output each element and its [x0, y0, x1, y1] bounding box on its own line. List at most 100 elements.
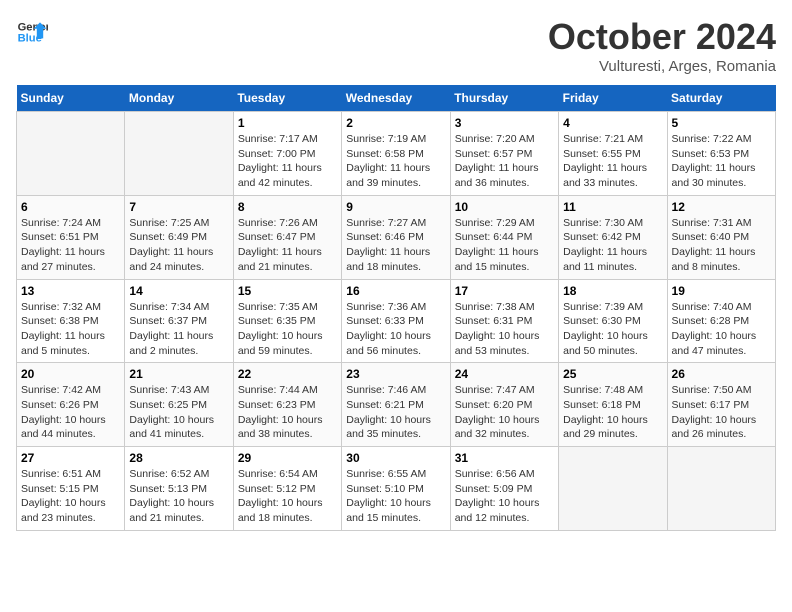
- day-cell: 15 Sunrise: 7:35 AMSunset: 6:35 PMDayligh…: [233, 279, 341, 363]
- day-info: Sunrise: 7:32 AMSunset: 6:38 PMDaylight:…: [21, 300, 120, 359]
- day-cell: 3 Sunrise: 7:20 AMSunset: 6:57 PMDaylight…: [450, 112, 558, 196]
- day-number: 10: [455, 200, 554, 214]
- day-cell: 21Sunrise: 7:43 AMSunset: 6:25 PMDayligh…: [125, 363, 233, 447]
- day-number: 18: [563, 284, 662, 298]
- week-row-5: 27 Sunrise: 6:51 AMSunset: 5:15 PMDayligh…: [17, 447, 776, 531]
- day-info: Sunrise: 7:35 AMSunset: 6:35 PMDaylight:…: [238, 300, 337, 359]
- day-cell: 30Sunrise: 6:55 AMSunset: 5:10 PMDayligh…: [342, 447, 450, 531]
- day-cell: 6 Sunrise: 7:24 AMSunset: 6:51 PMDaylight…: [17, 195, 125, 279]
- day-cell: 11 Sunrise: 7:30 AMSunset: 6:42 PMDayligh…: [559, 195, 667, 279]
- logo: General Blue: [16, 16, 48, 48]
- day-number: 17: [455, 284, 554, 298]
- day-info: Sunrise: 7:40 AMSunset: 6:28 PMDaylight:…: [672, 300, 771, 359]
- day-info: Sunrise: 7:25 AMSunset: 6:49 PMDaylight:…: [129, 216, 228, 275]
- day-number: 28: [129, 451, 228, 465]
- day-number: 1: [238, 116, 337, 130]
- day-number: 8: [238, 200, 337, 214]
- weekday-monday: Monday: [125, 85, 233, 112]
- day-cell: 24 Sunrise: 7:47 AMSunset: 6:20 PMDayligh…: [450, 363, 558, 447]
- day-cell: 27 Sunrise: 6:51 AMSunset: 5:15 PMDayligh…: [17, 447, 125, 531]
- day-cell: 18 Sunrise: 7:39 AMSunset: 6:30 PMDayligh…: [559, 279, 667, 363]
- week-row-1: 1 Sunrise: 7:17 AMSunset: 7:00 PMDaylight…: [17, 112, 776, 196]
- day-info: Sunrise: 7:42 AMSunset: 6:26 PMDaylight:…: [21, 383, 120, 442]
- day-cell: 4 Sunrise: 7:21 AMSunset: 6:55 PMDaylight…: [559, 112, 667, 196]
- day-cell: 29Sunrise: 6:54 AMSunset: 5:12 PMDayligh…: [233, 447, 341, 531]
- day-number: 31: [455, 451, 554, 465]
- day-number: 6: [21, 200, 120, 214]
- day-cell: 26 Sunrise: 7:50 AMSunset: 6:17 PMDayligh…: [667, 363, 775, 447]
- day-cell: 14 Sunrise: 7:34 AMSunset: 6:37 PMDayligh…: [125, 279, 233, 363]
- day-info: Sunrise: 7:39 AMSunset: 6:30 PMDaylight:…: [563, 300, 662, 359]
- day-cell: 2 Sunrise: 7:19 AMSunset: 6:58 PMDaylight…: [342, 112, 450, 196]
- day-cell: [17, 112, 125, 196]
- calendar-body: 1 Sunrise: 7:17 AMSunset: 7:00 PMDaylight…: [17, 112, 776, 531]
- day-info: Sunrise: 7:19 AMSunset: 6:58 PMDaylight:…: [346, 132, 445, 191]
- day-cell: 10 Sunrise: 7:29 AMSunset: 6:44 PMDayligh…: [450, 195, 558, 279]
- day-number: 27: [21, 451, 120, 465]
- day-cell: 9 Sunrise: 7:27 AMSunset: 6:46 PMDaylight…: [342, 195, 450, 279]
- day-cell: 13Sunrise: 7:32 AMSunset: 6:38 PMDayligh…: [17, 279, 125, 363]
- weekday-header-row: SundayMondayTuesdayWednesdayThursdayFrid…: [17, 85, 776, 112]
- day-number: 3: [455, 116, 554, 130]
- day-info: Sunrise: 7:20 AMSunset: 6:57 PMDaylight:…: [455, 132, 554, 191]
- day-info: Sunrise: 7:48 AMSunset: 6:18 PMDaylight:…: [563, 383, 662, 442]
- day-number: 4: [563, 116, 662, 130]
- day-cell: 25 Sunrise: 7:48 AMSunset: 6:18 PMDayligh…: [559, 363, 667, 447]
- day-number: 16: [346, 284, 445, 298]
- day-cell: 28Sunrise: 6:52 AMSunset: 5:13 PMDayligh…: [125, 447, 233, 531]
- day-cell: [667, 447, 775, 531]
- day-number: 26: [672, 367, 771, 381]
- day-info: Sunrise: 7:43 AMSunset: 6:25 PMDaylight:…: [129, 383, 228, 442]
- day-number: 24: [455, 367, 554, 381]
- weekday-sunday: Sunday: [17, 85, 125, 112]
- day-number: 14: [129, 284, 228, 298]
- day-info: Sunrise: 7:26 AMSunset: 6:47 PMDaylight:…: [238, 216, 337, 275]
- day-number: 30: [346, 451, 445, 465]
- day-info: Sunrise: 7:24 AMSunset: 6:51 PMDaylight:…: [21, 216, 120, 275]
- day-number: 9: [346, 200, 445, 214]
- day-info: Sunrise: 7:31 AMSunset: 6:40 PMDaylight:…: [672, 216, 771, 275]
- day-info: Sunrise: 7:30 AMSunset: 6:42 PMDaylight:…: [563, 216, 662, 275]
- day-number: 2: [346, 116, 445, 130]
- day-number: 5: [672, 116, 771, 130]
- day-number: 29: [238, 451, 337, 465]
- week-row-4: 20Sunrise: 7:42 AMSunset: 6:26 PMDayligh…: [17, 363, 776, 447]
- day-number: 23: [346, 367, 445, 381]
- title-area: October 2024 Vulturesti, Arges, Romania: [548, 16, 776, 75]
- day-info: Sunrise: 7:29 AMSunset: 6:44 PMDaylight:…: [455, 216, 554, 275]
- day-number: 11: [563, 200, 662, 214]
- day-info: Sunrise: 6:56 AMSunset: 5:09 PMDaylight:…: [455, 467, 554, 526]
- day-number: 12: [672, 200, 771, 214]
- day-info: Sunrise: 7:34 AMSunset: 6:37 PMDaylight:…: [129, 300, 228, 359]
- day-cell: 19Sunrise: 7:40 AMSunset: 6:28 PMDayligh…: [667, 279, 775, 363]
- day-cell: 17 Sunrise: 7:38 AMSunset: 6:31 PMDayligh…: [450, 279, 558, 363]
- day-info: Sunrise: 7:38 AMSunset: 6:31 PMDaylight:…: [455, 300, 554, 359]
- day-info: Sunrise: 7:27 AMSunset: 6:46 PMDaylight:…: [346, 216, 445, 275]
- day-cell: [125, 112, 233, 196]
- day-info: Sunrise: 7:22 AMSunset: 6:53 PMDaylight:…: [672, 132, 771, 191]
- week-row-3: 13Sunrise: 7:32 AMSunset: 6:38 PMDayligh…: [17, 279, 776, 363]
- day-number: 7: [129, 200, 228, 214]
- day-cell: 7 Sunrise: 7:25 AMSunset: 6:49 PMDaylight…: [125, 195, 233, 279]
- logo-icon: General Blue: [16, 16, 48, 48]
- week-row-2: 6 Sunrise: 7:24 AMSunset: 6:51 PMDaylight…: [17, 195, 776, 279]
- day-cell: 31 Sunrise: 6:56 AMSunset: 5:09 PMDayligh…: [450, 447, 558, 531]
- weekday-tuesday: Tuesday: [233, 85, 341, 112]
- day-info: Sunrise: 7:50 AMSunset: 6:17 PMDaylight:…: [672, 383, 771, 442]
- day-cell: 12 Sunrise: 7:31 AMSunset: 6:40 PMDayligh…: [667, 195, 775, 279]
- location: Vulturesti, Arges, Romania: [548, 58, 776, 75]
- day-info: Sunrise: 7:47 AMSunset: 6:20 PMDaylight:…: [455, 383, 554, 442]
- day-number: 25: [563, 367, 662, 381]
- day-info: Sunrise: 7:17 AMSunset: 7:00 PMDaylight:…: [238, 132, 337, 191]
- day-number: 15: [238, 284, 337, 298]
- day-info: Sunrise: 7:21 AMSunset: 6:55 PMDaylight:…: [563, 132, 662, 191]
- day-cell: 1 Sunrise: 7:17 AMSunset: 7:00 PMDaylight…: [233, 112, 341, 196]
- weekday-friday: Friday: [559, 85, 667, 112]
- day-cell: 8 Sunrise: 7:26 AMSunset: 6:47 PMDaylight…: [233, 195, 341, 279]
- calendar-table: SundayMondayTuesdayWednesdayThursdayFrid…: [16, 85, 776, 531]
- day-cell: 22Sunrise: 7:44 AMSunset: 6:23 PMDayligh…: [233, 363, 341, 447]
- day-info: Sunrise: 6:51 AMSunset: 5:15 PMDaylight:…: [21, 467, 120, 526]
- day-cell: [559, 447, 667, 531]
- day-number: 22: [238, 367, 337, 381]
- day-info: Sunrise: 7:46 AMSunset: 6:21 PMDaylight:…: [346, 383, 445, 442]
